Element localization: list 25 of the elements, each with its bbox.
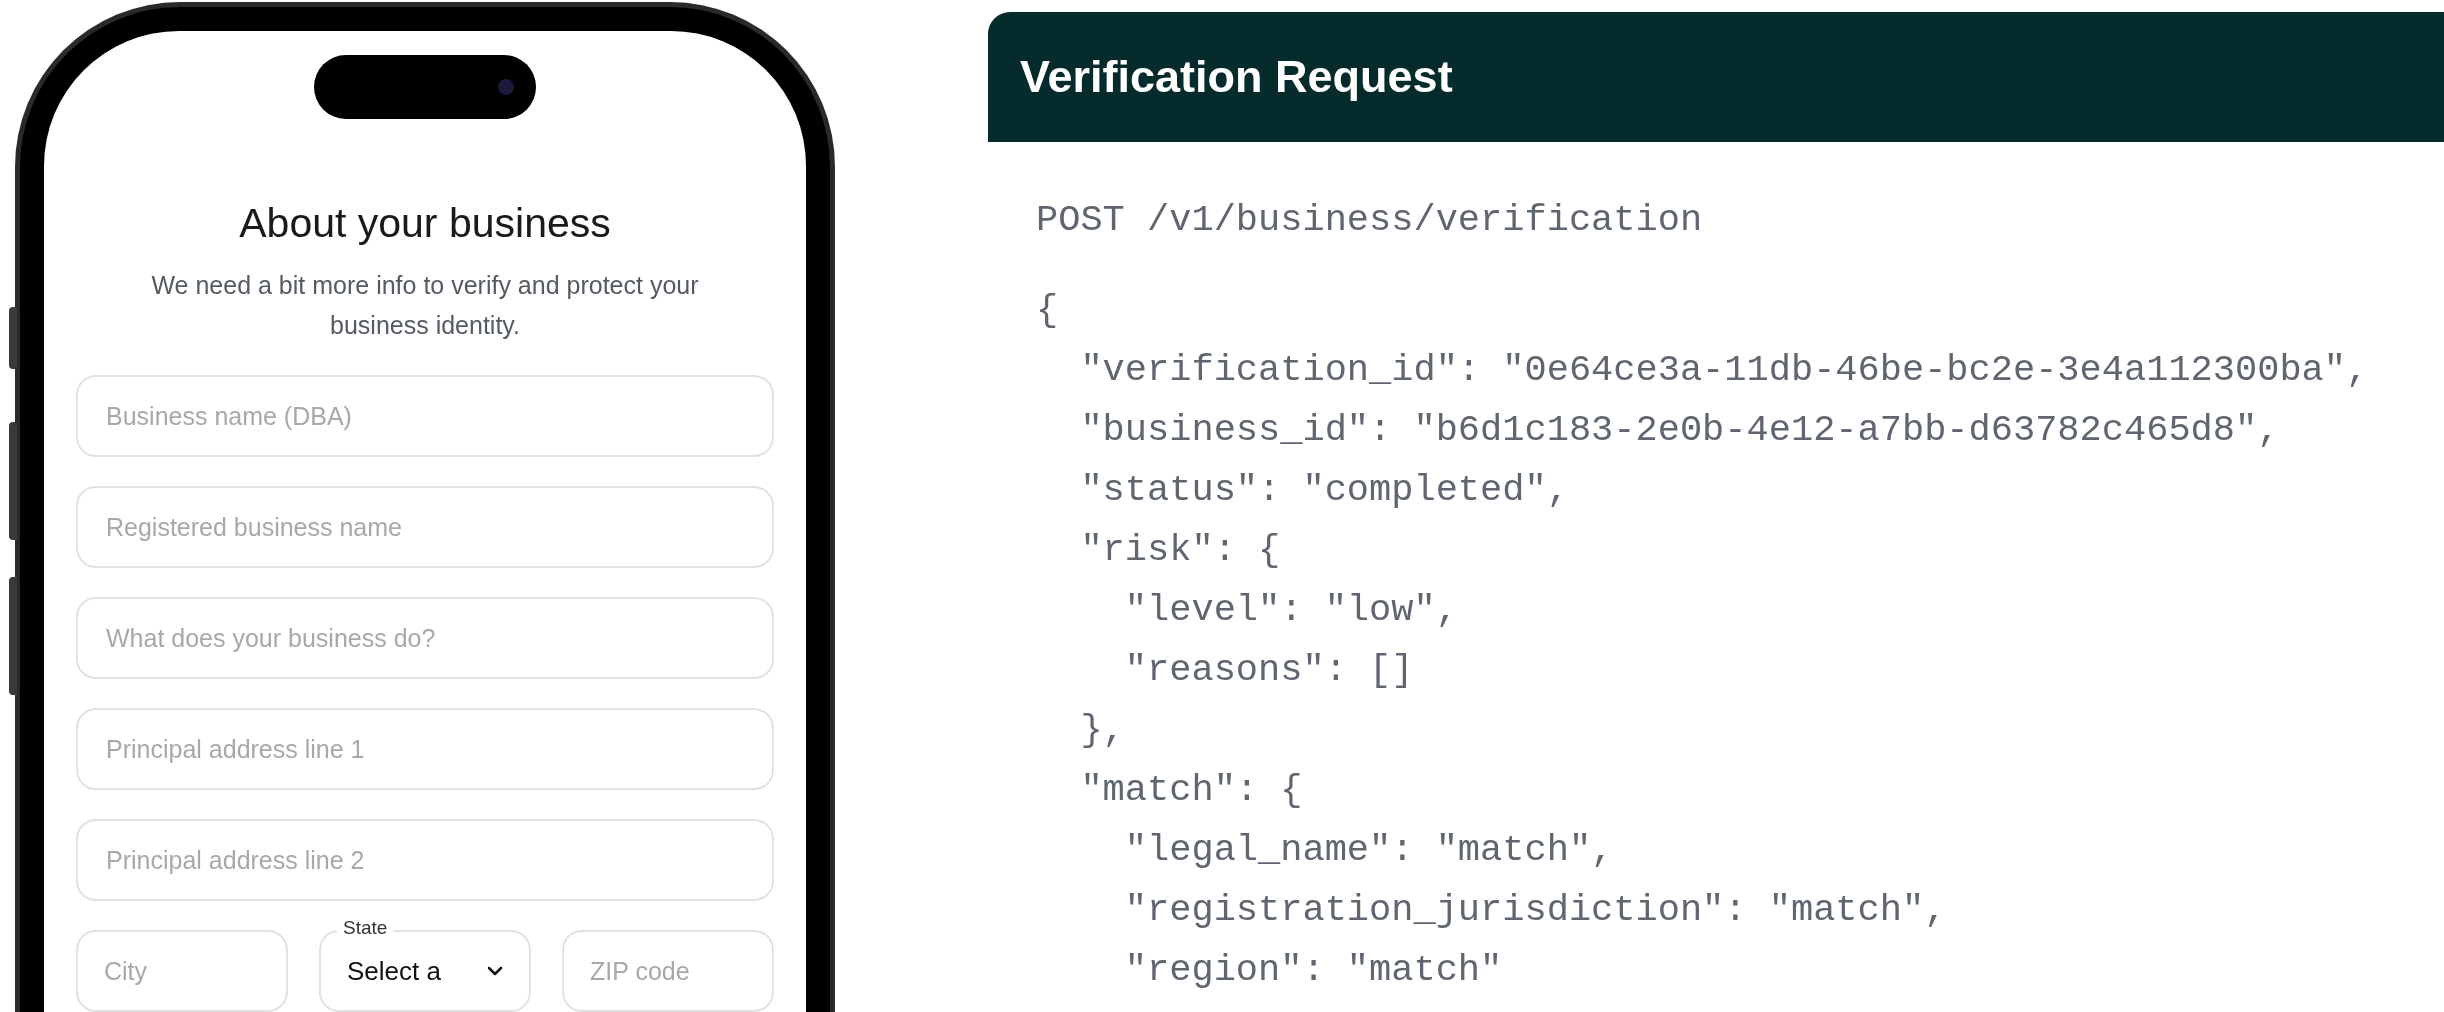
input-field[interactable]: Principal address line 2 [76,819,774,901]
code-line: "reasons": [] [1123,648,1414,693]
code-line: { [1036,288,1059,333]
form-subtitle: We need a bit more info to verify and protect your business identity. [150,270,700,341]
form-title: About your business [239,199,611,247]
input-field[interactable]: Principal address line 1 [76,708,774,790]
input-field[interactable]: Registered business name [76,486,774,568]
input-field[interactable]: City [76,930,288,1012]
code-line: }, [1079,708,1125,753]
code-line: "level": "low", [1123,588,1458,633]
code-line: "registration_jurisdiction": "match", [1123,888,1947,933]
select-value: Select a [347,954,441,988]
code-line: "region": "match" [1123,948,1503,993]
request-line: POST /v1/business/verification [1036,198,1703,243]
code-line: "business_id": "b6d1c183-2e0b-4e12-a7bb-d63782c465d8", [1079,408,2280,453]
input-field[interactable]: What does your business do? [76,597,774,679]
panel-title: Verification Request [1020,50,1453,105]
code-line: "match": { [1079,768,1303,813]
code-line: "risk": { [1079,528,1281,573]
input-field[interactable]: ZIP code [562,930,774,1012]
camera-icon [498,79,514,95]
code-line: "verification_id": "0e64ce3a-11db-46be-bc2e-3e4a112300ba", [1079,348,2369,393]
code-line: "status": "completed", [1079,468,1569,513]
input-field[interactable]: Business name (DBA) [76,375,774,457]
code-line: "legal_name": "match", [1123,828,1614,873]
